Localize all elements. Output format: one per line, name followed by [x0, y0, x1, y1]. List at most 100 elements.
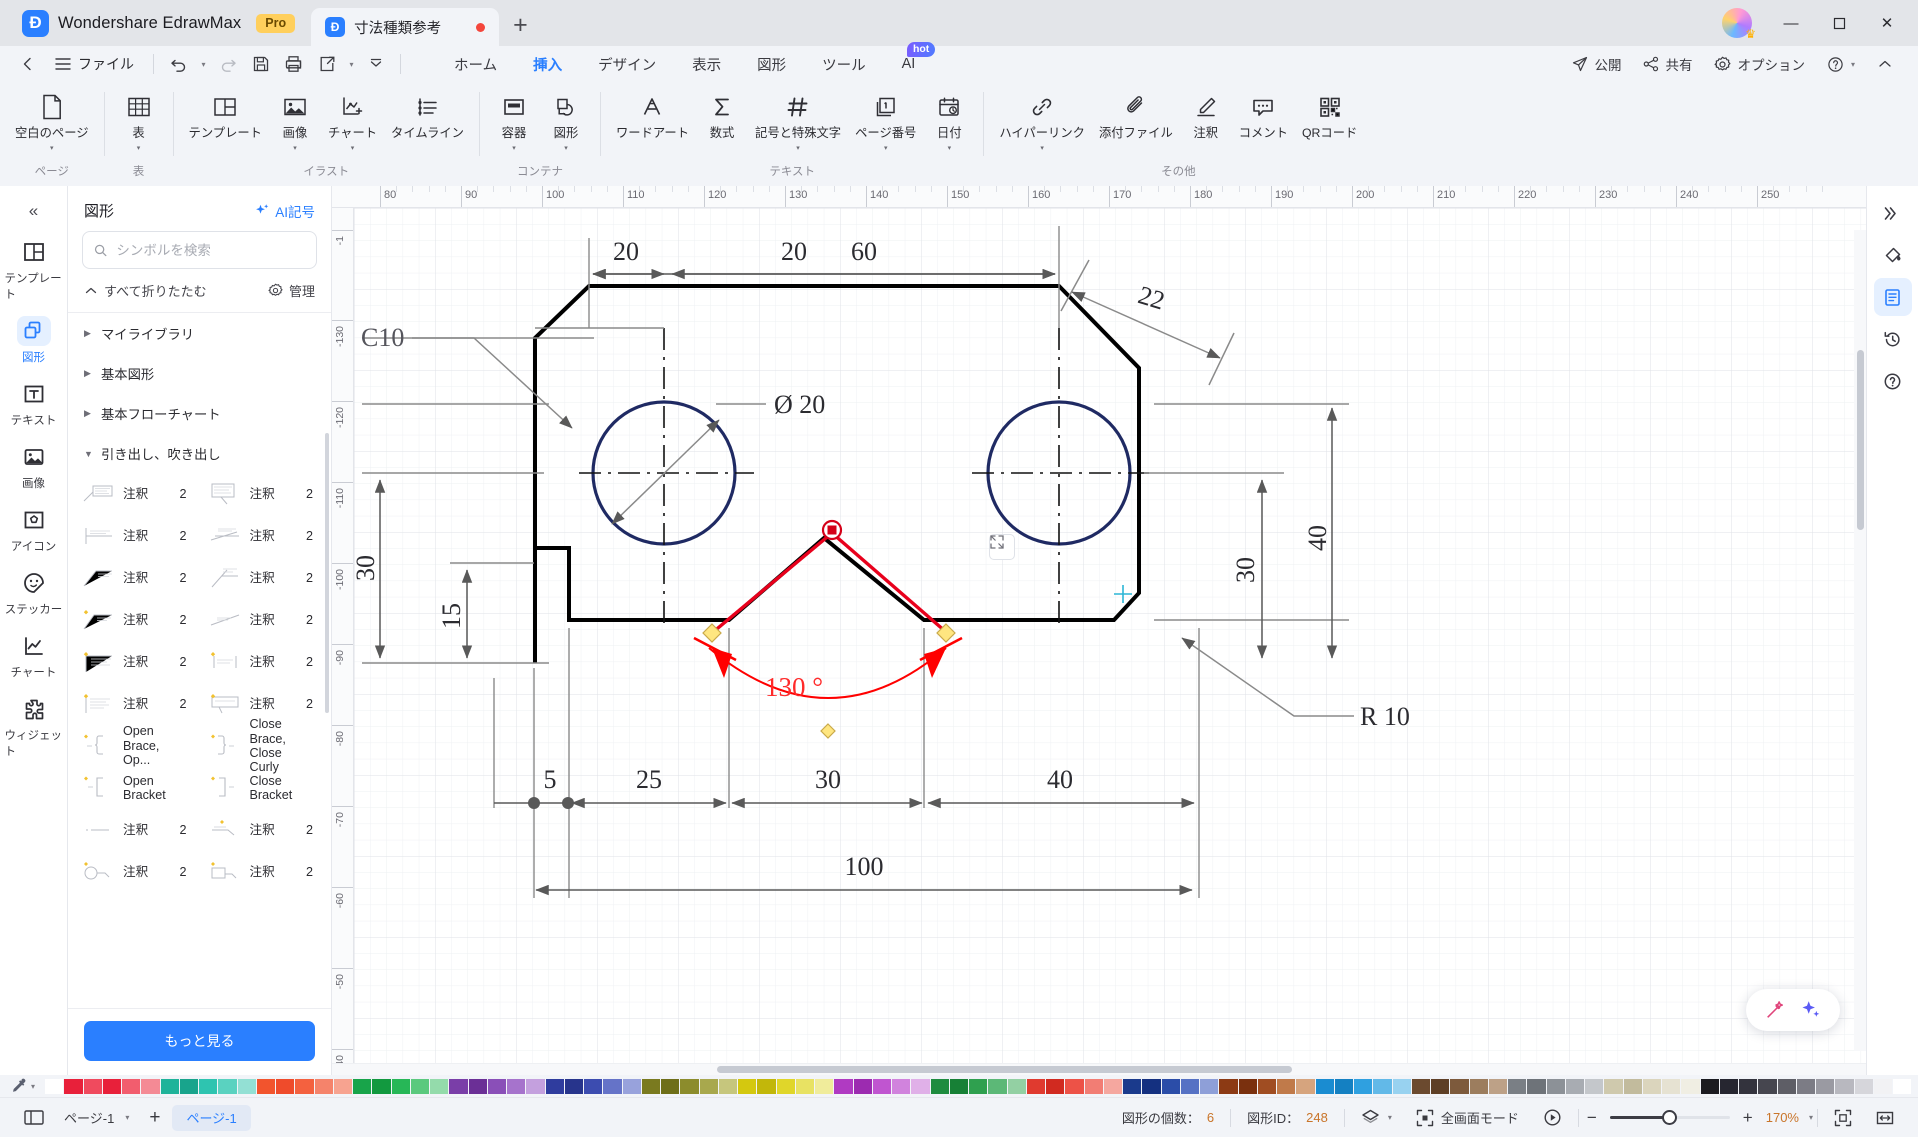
zoom-control[interactable]: − + 170% ▾ [1583, 1108, 1813, 1128]
fit-width-button[interactable] [1864, 1105, 1906, 1131]
tab-insert[interactable]: 挿入 [515, 49, 580, 80]
color-swatch[interactable] [314, 1078, 333, 1094]
list-item[interactable]: Open Brace, Op... [76, 724, 197, 767]
rail-item-template[interactable]: テンプレート [5, 230, 63, 307]
color-swatch[interactable] [1854, 1078, 1873, 1094]
list-item[interactable]: 注釈 2 [76, 851, 197, 893]
color-swatch[interactable] [1469, 1078, 1488, 1094]
collapse-ribbon-button[interactable] [1868, 53, 1902, 75]
color-swatch[interactable] [333, 1078, 353, 1094]
symbol-button[interactable]: 記号と特殊文字 ▾ [748, 88, 848, 151]
color-swatch[interactable] [1084, 1078, 1103, 1094]
symbol-search-box[interactable] [82, 231, 317, 269]
color-swatch[interactable] [1873, 1078, 1893, 1094]
rotate-handle-core[interactable] [827, 525, 837, 535]
color-swatch[interactable] [911, 1078, 930, 1094]
category-my-library[interactable]: ▶ マイライブラリ [68, 313, 331, 353]
add-page-button[interactable]: + [137, 1105, 172, 1131]
ai-symbol-button[interactable]: AI記号 [254, 201, 315, 221]
color-swatch[interactable] [237, 1078, 256, 1094]
list-item[interactable]: 注釈 2 [76, 473, 197, 515]
zoom-slider-track[interactable] [1609, 1110, 1730, 1125]
container-button[interactable]: 容器 ▾ [488, 88, 540, 151]
present-button[interactable] [1531, 1105, 1574, 1131]
list-item[interactable]: 注釈 2 [203, 515, 324, 557]
color-swatch[interactable] [1662, 1078, 1681, 1094]
list-item[interactable]: 注釈 2 [76, 641, 197, 683]
page-number-button[interactable]: ページ番号 ▾ [848, 88, 923, 151]
color-swatch[interactable] [872, 1078, 892, 1094]
formula-button[interactable]: 数式 [696, 88, 748, 141]
color-swatch[interactable] [295, 1078, 314, 1094]
color-swatch[interactable] [1835, 1078, 1854, 1094]
color-swatch[interactable] [834, 1078, 853, 1094]
close-button[interactable]: ✕ [1866, 0, 1908, 46]
hyperlink-button[interactable]: ハイパーリンク ▾ [992, 88, 1092, 151]
color-swatch[interactable] [1642, 1078, 1662, 1094]
list-item[interactable]: 注釈 2 [203, 641, 324, 683]
color-swatch[interactable] [45, 1078, 64, 1094]
color-swatch[interactable] [1373, 1078, 1392, 1094]
color-swatch[interactable] [1488, 1078, 1508, 1094]
list-item[interactable]: 注釈 2 [203, 557, 324, 599]
color-swatch[interactable] [1007, 1078, 1026, 1094]
annotation-button[interactable]: 注釈 [1180, 88, 1232, 141]
list-item[interactable]: 注釈 2 [203, 851, 324, 893]
export-dropdown-icon[interactable]: ▾ [344, 50, 358, 78]
color-swatch[interactable] [1546, 1078, 1565, 1094]
color-swatch[interactable] [1046, 1078, 1065, 1094]
color-swatch[interactable] [1200, 1078, 1219, 1094]
chevron-down-icon[interactable]: ▾ [796, 145, 800, 152]
scroll-thumb[interactable] [717, 1066, 1292, 1073]
fill-icon[interactable] [1874, 236, 1912, 274]
color-swatch[interactable] [988, 1078, 1007, 1094]
publish-button[interactable]: 公開 [1563, 50, 1630, 78]
collapse-panel-icon[interactable]: « [12, 194, 56, 228]
color-swatch[interactable] [507, 1078, 526, 1094]
color-swatch[interactable] [1219, 1078, 1238, 1094]
color-swatch[interactable] [179, 1078, 199, 1094]
shape-button[interactable]: 図形 ▾ [540, 88, 592, 151]
minimize-button[interactable]: — [1770, 0, 1812, 46]
color-swatch[interactable] [815, 1078, 834, 1094]
magic-wand-icon[interactable] [1764, 999, 1786, 1021]
color-swatch[interactable] [603, 1078, 622, 1094]
color-swatch[interactable] [757, 1078, 776, 1094]
comment-button[interactable]: コメント [1232, 88, 1295, 141]
color-swatch[interactable] [160, 1078, 179, 1094]
tab-design[interactable]: デザイン [580, 49, 674, 80]
color-swatch[interactable] [718, 1078, 738, 1094]
tab-ai[interactable]: AI hot [884, 42, 936, 77]
list-item[interactable]: Close Brace, Close Curly [203, 717, 324, 774]
list-item[interactable]: Close Bracket [203, 767, 324, 809]
color-swatch[interactable] [1334, 1078, 1354, 1094]
color-swatch[interactable] [1123, 1078, 1142, 1094]
color-swatch[interactable] [738, 1078, 757, 1094]
category-basic-flowchart[interactable]: ▶ 基本フローチャート [68, 393, 331, 433]
color-swatch[interactable] [545, 1078, 564, 1094]
list-item[interactable]: 注釈 2 [203, 473, 324, 515]
horizontal-scrollbar[interactable] [332, 1063, 1866, 1075]
back-icon[interactable] [12, 50, 43, 78]
color-swatch[interactable] [372, 1078, 391, 1094]
fit-page-button[interactable] [1822, 1105, 1864, 1131]
color-swatch[interactable] [853, 1078, 872, 1094]
qrcode-button[interactable]: QRコード [1295, 88, 1364, 141]
chevron-down-icon[interactable]: ▾ [1809, 1113, 1813, 1122]
palette-picker-button[interactable]: ▾ [10, 1078, 40, 1094]
sparkle-icon[interactable] [1800, 999, 1822, 1021]
color-swatch[interactable] [141, 1078, 160, 1094]
color-swatch[interactable] [1700, 1078, 1719, 1094]
collapse-all-button[interactable]: すべて折りたたむ [84, 281, 207, 300]
color-swatch[interactable] [1623, 1078, 1642, 1094]
chevron-down-icon[interactable]: ▾ [1040, 145, 1044, 152]
color-swatch[interactable] [1411, 1078, 1431, 1094]
color-swatch[interactable] [430, 1078, 449, 1094]
chevron-down-icon[interactable]: ▾ [351, 145, 355, 152]
color-swatch[interactable] [1565, 1078, 1585, 1094]
color-swatch[interactable] [641, 1078, 661, 1094]
rail-item-sticker[interactable]: ステッカー [5, 561, 63, 622]
options-button[interactable]: オプション [1705, 50, 1814, 78]
chevron-down-icon[interactable]: ▾ [50, 145, 54, 152]
chevron-down-icon[interactable]: ▾ [512, 145, 516, 152]
